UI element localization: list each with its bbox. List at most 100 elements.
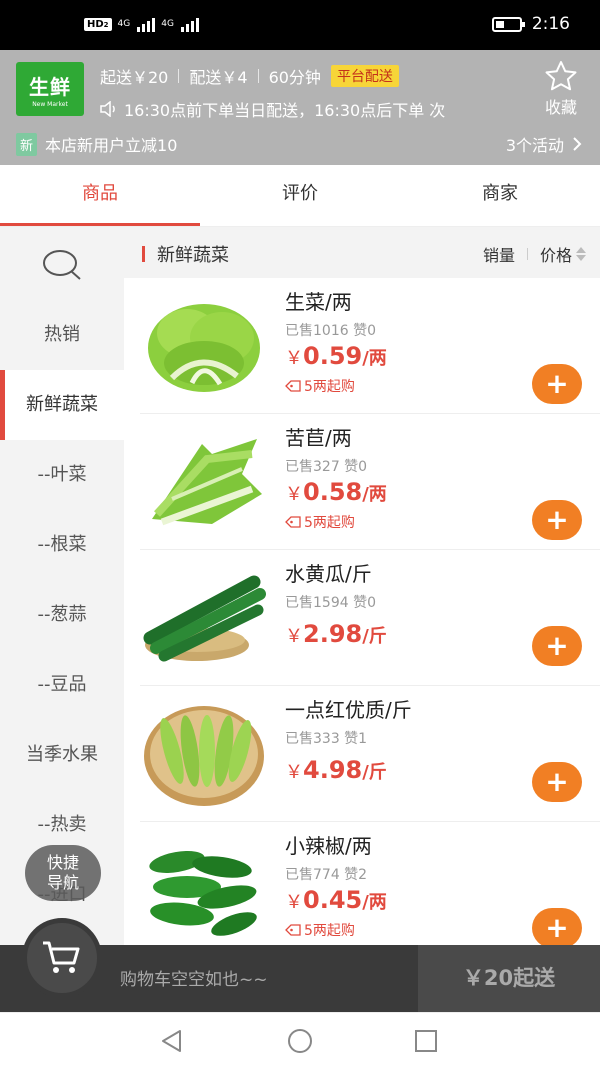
network-type-2: 4G bbox=[161, 18, 174, 29]
system-nav-bar bbox=[0, 1012, 600, 1067]
price-unit: /两 bbox=[362, 348, 387, 369]
tag-icon bbox=[285, 380, 301, 392]
add-to-cart-button[interactable]: + bbox=[532, 364, 582, 404]
product-item[interactable]: 一点红优质/斤 已售333 赞1 ￥4.98/斤 + bbox=[140, 686, 600, 822]
price-unit: /斤 bbox=[362, 762, 387, 783]
min-purchase: 5两起购 bbox=[285, 376, 355, 396]
min-purchase-text: 5两起购 bbox=[304, 515, 355, 531]
price-currency: ￥ bbox=[285, 762, 303, 783]
sort-controls: 销量 价格 bbox=[483, 242, 586, 266]
product-price: ￥4.98/斤 bbox=[285, 756, 387, 784]
home-icon[interactable] bbox=[286, 1027, 314, 1055]
store-header: 生鲜 New Market 起送￥20 配送￥4 60分钟 平台配送 16:30… bbox=[0, 50, 600, 165]
product-panel: 新鲜蔬菜 销量 价格 生菜/两 已售1016 赞0 ￥0.59/两 5两起购 + bbox=[124, 230, 600, 945]
product-sales: 已售333 赞1 bbox=[285, 731, 368, 747]
logo-text: 生鲜 bbox=[29, 75, 71, 99]
product-image-cucumber bbox=[143, 575, 266, 662]
status-bar: HD2 4G 4G 2:16 bbox=[0, 0, 600, 50]
category-search-button[interactable] bbox=[0, 230, 124, 300]
add-to-cart-button[interactable]: + bbox=[532, 762, 582, 802]
logo-subtext: New Market bbox=[32, 101, 68, 108]
min-purchase-text: 5两起购 bbox=[304, 923, 355, 939]
product-price: ￥0.59/两 bbox=[285, 342, 387, 370]
cart-icon bbox=[43, 941, 80, 973]
speaker-icon bbox=[100, 100, 118, 118]
product-name: 小辣椒/两 bbox=[285, 834, 372, 858]
sort-by-price[interactable]: 价格 bbox=[540, 242, 586, 266]
recent-apps-icon[interactable] bbox=[412, 1027, 440, 1055]
product-sales: 已售327 赞0 bbox=[285, 459, 368, 475]
product-name: 水黄瓜/斤 bbox=[285, 562, 372, 586]
price-currency: ￥ bbox=[285, 348, 303, 369]
product-sales: 已售774 赞2 bbox=[285, 867, 368, 883]
price-currency: ￥ bbox=[285, 626, 303, 647]
store-notice[interactable]: 16:30点前下单当日配送，16:30点后下单 次 bbox=[100, 97, 520, 121]
price-unit: /两 bbox=[362, 484, 387, 505]
category-sidebar: 热销 新鲜蔬菜 --叶菜 --根菜 --葱蒜 --豆品 当季水果 --热卖 --… bbox=[0, 230, 124, 945]
price-currency: ￥ bbox=[285, 484, 303, 505]
signal-icon-2 bbox=[180, 16, 199, 32]
product-item[interactable]: 苦苣/两 已售327 赞0 ￥0.58/两 5两起购 + bbox=[140, 414, 600, 550]
product-name: 苦苣/两 bbox=[285, 426, 352, 450]
platform-delivery-badge: 平台配送 bbox=[330, 65, 399, 87]
favorite-label: 收藏 bbox=[544, 98, 577, 117]
quick-nav-line1: 快捷 bbox=[46, 853, 79, 872]
notice-text: 16:30点前下单当日配送，16:30点后下单 次 bbox=[124, 101, 446, 120]
sort-arrows-icon bbox=[576, 247, 586, 261]
price-unit: /两 bbox=[362, 892, 387, 913]
cart-bar: 购物车空空如也~~ ￥20起送 bbox=[0, 918, 600, 1012]
activities-link[interactable]: 3个活动 bbox=[506, 132, 582, 156]
new-user-tag: 新 bbox=[16, 132, 38, 156]
product-item[interactable]: 生菜/两 已售1016 赞0 ￥0.59/两 5两起购 + bbox=[140, 278, 600, 414]
category-beans[interactable]: --豆品 bbox=[0, 650, 124, 720]
section-title: 新鲜蔬菜 bbox=[157, 245, 229, 266]
store-info: 起送￥20 配送￥4 60分钟 平台配送 16:30点前下单当日配送，16:30… bbox=[100, 64, 520, 121]
sort-price-label: 价格 bbox=[539, 246, 572, 265]
category-seasonal-fruit[interactable]: 当季水果 bbox=[0, 720, 124, 790]
price-value: 2.98 bbox=[303, 620, 363, 648]
activities-count: 3个活动 bbox=[505, 136, 564, 155]
product-image-lettuce bbox=[148, 304, 260, 392]
delivery-fee: 配送￥4 bbox=[189, 68, 248, 87]
add-to-cart-button[interactable]: + bbox=[532, 500, 582, 540]
tag-icon bbox=[285, 516, 301, 528]
product-item[interactable]: 水黄瓜/斤 已售1594 赞0 ￥2.98/斤 + bbox=[140, 550, 600, 686]
quick-nav-button[interactable]: 快捷 导航 bbox=[25, 845, 101, 901]
promo-row[interactable]: 新 本店新用户立减10 3个活动 bbox=[16, 132, 582, 156]
price-value: 0.45 bbox=[303, 886, 363, 914]
cart-button[interactable] bbox=[22, 918, 102, 998]
sort-by-sales[interactable]: 销量 bbox=[483, 242, 515, 266]
section-marker bbox=[142, 246, 145, 262]
favorite-button[interactable]: 收藏 bbox=[538, 60, 584, 118]
tab-products[interactable]: 商品 bbox=[0, 165, 200, 226]
network-type-1: 4G bbox=[117, 18, 131, 29]
min-order: 起送￥20 bbox=[100, 68, 169, 87]
divider bbox=[178, 69, 180, 83]
new-user-promo: 本店新用户立减10 bbox=[45, 136, 178, 155]
product-name: 生菜/两 bbox=[285, 290, 352, 314]
price-value: 4.98 bbox=[303, 756, 363, 784]
product-image-pepper bbox=[149, 851, 257, 936]
tag-icon bbox=[285, 924, 301, 936]
checkout-min-order[interactable]: ￥20起送 bbox=[418, 945, 600, 1012]
cart-empty-text: 购物车空空如也~~ bbox=[120, 970, 268, 990]
category-onion-garlic[interactable]: --葱蒜 bbox=[0, 580, 124, 650]
category-root[interactable]: --根菜 bbox=[0, 510, 124, 580]
back-icon[interactable] bbox=[158, 1027, 186, 1055]
category-hot[interactable]: 热销 bbox=[0, 300, 124, 370]
category-fresh-vegetables[interactable]: 新鲜蔬菜 bbox=[0, 370, 124, 440]
category-leafy[interactable]: --叶菜 bbox=[0, 440, 124, 510]
add-to-cart-button[interactable]: + bbox=[532, 908, 582, 945]
quick-nav-line2: 导航 bbox=[46, 873, 79, 892]
clock: 2:16 bbox=[531, 14, 570, 34]
tab-merchant[interactable]: 商家 bbox=[400, 165, 600, 226]
divider bbox=[257, 69, 259, 83]
store-logo[interactable]: 生鲜 New Market bbox=[16, 62, 84, 116]
tab-bar: 商品 评价 商家 bbox=[0, 165, 600, 227]
delivery-time: 60分钟 bbox=[268, 68, 321, 87]
section-header: 新鲜蔬菜 销量 价格 bbox=[124, 230, 600, 278]
status-left: HD2 4G 4G bbox=[84, 16, 199, 32]
add-to-cart-button[interactable]: + bbox=[532, 626, 582, 666]
tab-reviews[interactable]: 评价 bbox=[200, 165, 400, 226]
product-item[interactable]: 小辣椒/两 已售774 赞2 ￥0.45/两 5两起购 + bbox=[140, 822, 600, 945]
